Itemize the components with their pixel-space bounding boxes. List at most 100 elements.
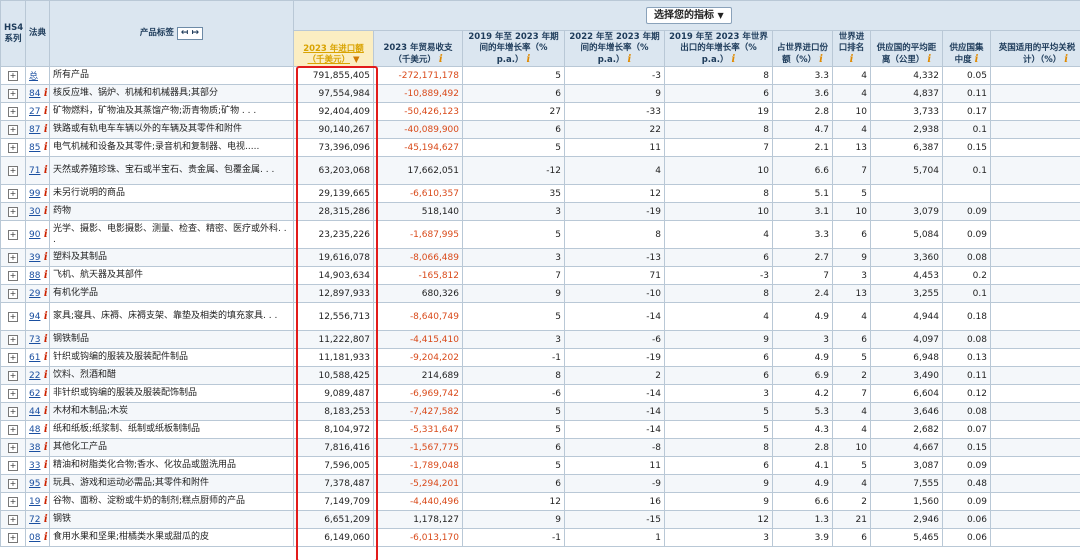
table-row[interactable]: +73 i 钢铁制品 11,222,807 -4,415,410 3 -6 9 3 6 4,097… bbox=[0, 330, 1080, 349]
tariff-link-cell[interactable]: 0.2 bbox=[989, 84, 1080, 103]
tariff-link-cell[interactable]: 0.8 bbox=[989, 438, 1080, 457]
expand-plus-icon[interactable]: + bbox=[8, 270, 18, 281]
hs-code-link[interactable]: 94 bbox=[29, 312, 40, 322]
table-row[interactable]: + 总 所有产品 791,855,405 -272,171,178 5 -3 8 3.3 4 4,3… bbox=[0, 66, 1080, 85]
table-row[interactable]: +08 i 食用水果和坚果;柑橘类水果或甜瓜的皮 6,149,060 -6,013,1… bbox=[0, 528, 1080, 547]
hs-code-link[interactable]: 39 bbox=[29, 253, 40, 263]
tariff-link-cell[interactable]: 0.1 bbox=[989, 330, 1080, 349]
expand-plus-icon[interactable]: + bbox=[8, 514, 18, 525]
col-growth-2022-2023[interactable]: 2022 年至 2023 年期间的年增长率（% p.a.） i bbox=[564, 30, 665, 67]
info-icon[interactable]: i bbox=[40, 478, 48, 489]
hs-code-link[interactable]: 27 bbox=[29, 107, 40, 117]
tariff-link-cell[interactable]: 3.4 bbox=[989, 348, 1080, 367]
tariff-link-cell[interactable]: 0 bbox=[989, 202, 1080, 221]
info-icon[interactable]: i bbox=[40, 165, 48, 176]
tariff-link-cell[interactable]: 0 bbox=[989, 420, 1080, 439]
col-supplier-distance[interactable]: 供应国的平均距离（公里） i bbox=[870, 30, 943, 67]
hs-code-link[interactable]: 19 bbox=[29, 497, 40, 507]
expand-plus-icon[interactable]: + bbox=[8, 532, 18, 543]
hs-code-link[interactable]: 84 bbox=[29, 89, 40, 99]
info-icon[interactable]: i bbox=[40, 352, 48, 363]
hs-code-link[interactable]: 22 bbox=[29, 371, 40, 381]
hs-code-link[interactable]: 88 bbox=[29, 271, 40, 281]
info-icon[interactable]: i bbox=[40, 188, 48, 199]
info-icon[interactable]: i bbox=[975, 54, 979, 65]
col-supplier-concentration[interactable]: 供应国集中度 i bbox=[942, 30, 991, 67]
table-row[interactable]: +30 i 药物 28,315,286 518,140 3 -19 10 3.1 10 3,079… bbox=[0, 202, 1080, 221]
indicator-select-dropdown[interactable]: 选择您的指标 ▼ bbox=[646, 7, 732, 24]
expand-plus-icon[interactable]: + bbox=[8, 106, 18, 117]
info-icon[interactable]: i bbox=[40, 288, 48, 299]
expand-plus-icon[interactable]: + bbox=[8, 406, 18, 417]
table-row[interactable]: +72 i 钢铁 6,651,209 1,178,127 9 -15 12 1.3 21 2,94… bbox=[0, 510, 1080, 529]
expand-plus-icon[interactable]: + bbox=[8, 370, 18, 381]
tariff-link-cell[interactable]: 0.1 bbox=[989, 156, 1080, 185]
table-row[interactable]: +84 i 核反应堆、锅炉、机械和机械器具;其部分 97,554,984 -10,88… bbox=[0, 84, 1080, 103]
col-world-import-rank[interactable]: 世界进口排名 i bbox=[832, 30, 871, 67]
expand-plus-icon[interactable]: + bbox=[8, 478, 18, 489]
tariff-link-cell[interactable]: 0.1 bbox=[989, 220, 1080, 249]
hs-code-link[interactable]: 30 bbox=[29, 207, 40, 217]
info-icon[interactable]: i bbox=[40, 270, 48, 281]
table-row[interactable]: +22 i 饮料、烈酒和醋 10,588,425 214,689 8 2 6 6.9 2 3,49… bbox=[0, 366, 1080, 385]
table-row[interactable]: +27 i 矿物燃料，矿物油及其蒸馏产物;沥青物质;矿物 . . . 92,404,… bbox=[0, 102, 1080, 121]
col-world-export-growth[interactable]: 2019 年至 2023 年世界出口的年增长率（% p.a.） i bbox=[664, 30, 773, 67]
info-icon[interactable]: i bbox=[40, 334, 48, 345]
tariff-link-cell[interactable] bbox=[989, 184, 1080, 203]
info-icon[interactable]: i bbox=[927, 54, 931, 65]
tariff-link-cell[interactable]: 3.5 bbox=[989, 474, 1080, 493]
expand-plus-icon[interactable]: + bbox=[8, 424, 18, 435]
table-row[interactable]: +39 i 塑料及其制品 19,616,078 -8,066,489 3 -13 6 2.7 9… bbox=[0, 248, 1080, 267]
expand-plus-icon[interactable]: + bbox=[8, 229, 18, 240]
table-row[interactable]: +71 i 天然或养殖珍珠、宝石或半宝石、贵金属、包覆金属. . . 63,203,… bbox=[0, 156, 1080, 185]
table-row[interactable]: +29 i 有机化学品 12,897,933 680,326 9 -10 8 2.4 13 3,2… bbox=[0, 284, 1080, 303]
info-icon[interactable]: i bbox=[850, 54, 854, 65]
col-average-tariff[interactable]: 英国适用的平均关税（估计）（%） i bbox=[989, 30, 1080, 67]
tariff-link-cell[interactable]: 0.2 bbox=[989, 302, 1080, 331]
expand-plus-icon[interactable]: + bbox=[8, 88, 18, 99]
tariff-link-cell[interactable]: 2 bbox=[989, 528, 1080, 547]
info-icon[interactable]: i bbox=[40, 406, 48, 417]
info-icon[interactable]: i bbox=[40, 229, 48, 240]
hs-code-link[interactable]: 08 bbox=[29, 533, 40, 543]
hs-code-link[interactable]: 87 bbox=[29, 125, 40, 135]
col-import-value[interactable]: 2023 年进口额（千美元） ▼ bbox=[293, 30, 374, 67]
tariff-link-cell[interactable]: 0.4 bbox=[989, 402, 1080, 421]
hs-code-link[interactable]: 38 bbox=[29, 443, 40, 453]
hs-code-link[interactable]: 73 bbox=[29, 335, 40, 345]
col-trade-balance[interactable]: 2023 年贸易收支（千美元） i bbox=[373, 30, 463, 67]
info-icon[interactable]: i bbox=[627, 54, 631, 65]
expand-plus-icon[interactable]: + bbox=[8, 252, 18, 263]
info-icon[interactable]: i bbox=[40, 532, 48, 543]
tariff-link-cell[interactable]: 0 bbox=[989, 266, 1080, 285]
table-row[interactable]: +33 i 精油和树脂类化合物;香水、化妆品或盥洗用品 7,596,005 -1,78… bbox=[0, 456, 1080, 475]
table-row[interactable]: +85 i 电气机械和设备及其零件;录音机和复制器、电视..... 73,396,0… bbox=[0, 138, 1080, 157]
table-row[interactable]: +94 i 家具;寝具、床褥、床褥支架、靠垫及相类的填充家具. . . 12,556… bbox=[0, 302, 1080, 331]
expand-plus-icon[interactable]: + bbox=[8, 334, 18, 345]
tariff-link-cell[interactable]: 1.2 bbox=[989, 366, 1080, 385]
hs-code-link[interactable]: 71 bbox=[29, 166, 40, 176]
table-row[interactable]: +99 i 未另行说明的商品 29,139,665 -6,610,357 35 12 8 5.… bbox=[0, 184, 1080, 203]
hs-code-link[interactable]: 44 bbox=[29, 407, 40, 417]
hs-code-link[interactable]: 90 bbox=[29, 230, 40, 240]
tariff-link-cell[interactable]: 0 bbox=[989, 510, 1080, 529]
info-icon[interactable]: i bbox=[40, 252, 48, 263]
tariff-link-cell[interactable]: 0.2 bbox=[989, 138, 1080, 157]
table-row[interactable]: +48 i 纸和纸板;纸浆制、纸制或纸板制制品 8,104,972 -5,331,64… bbox=[0, 420, 1080, 439]
info-icon[interactable]: i bbox=[40, 496, 48, 507]
info-icon[interactable]: i bbox=[526, 54, 530, 65]
hs-code-link[interactable]: 99 bbox=[29, 189, 40, 199]
hs-code-link[interactable]: 85 bbox=[29, 143, 40, 153]
info-icon[interactable]: i bbox=[40, 311, 48, 322]
hs-code-link[interactable]: 33 bbox=[29, 461, 40, 471]
expand-plus-icon[interactable]: + bbox=[8, 288, 18, 299]
tariff-link-cell[interactable]: 0.8 bbox=[989, 66, 1080, 85]
tariff-link-cell[interactable]: 3.6 bbox=[989, 492, 1080, 511]
info-icon[interactable]: i bbox=[40, 442, 48, 453]
expand-plus-icon[interactable]: + bbox=[8, 460, 18, 471]
tariff-link-cell[interactable]: 3.3 bbox=[989, 384, 1080, 403]
info-icon[interactable]: i bbox=[40, 370, 48, 381]
hs-code-link[interactable]: 总 bbox=[29, 72, 38, 82]
hs-code-link[interactable]: 62 bbox=[29, 389, 40, 399]
product-label-toggle-button[interactable]: ↤ ↦ bbox=[176, 27, 204, 40]
